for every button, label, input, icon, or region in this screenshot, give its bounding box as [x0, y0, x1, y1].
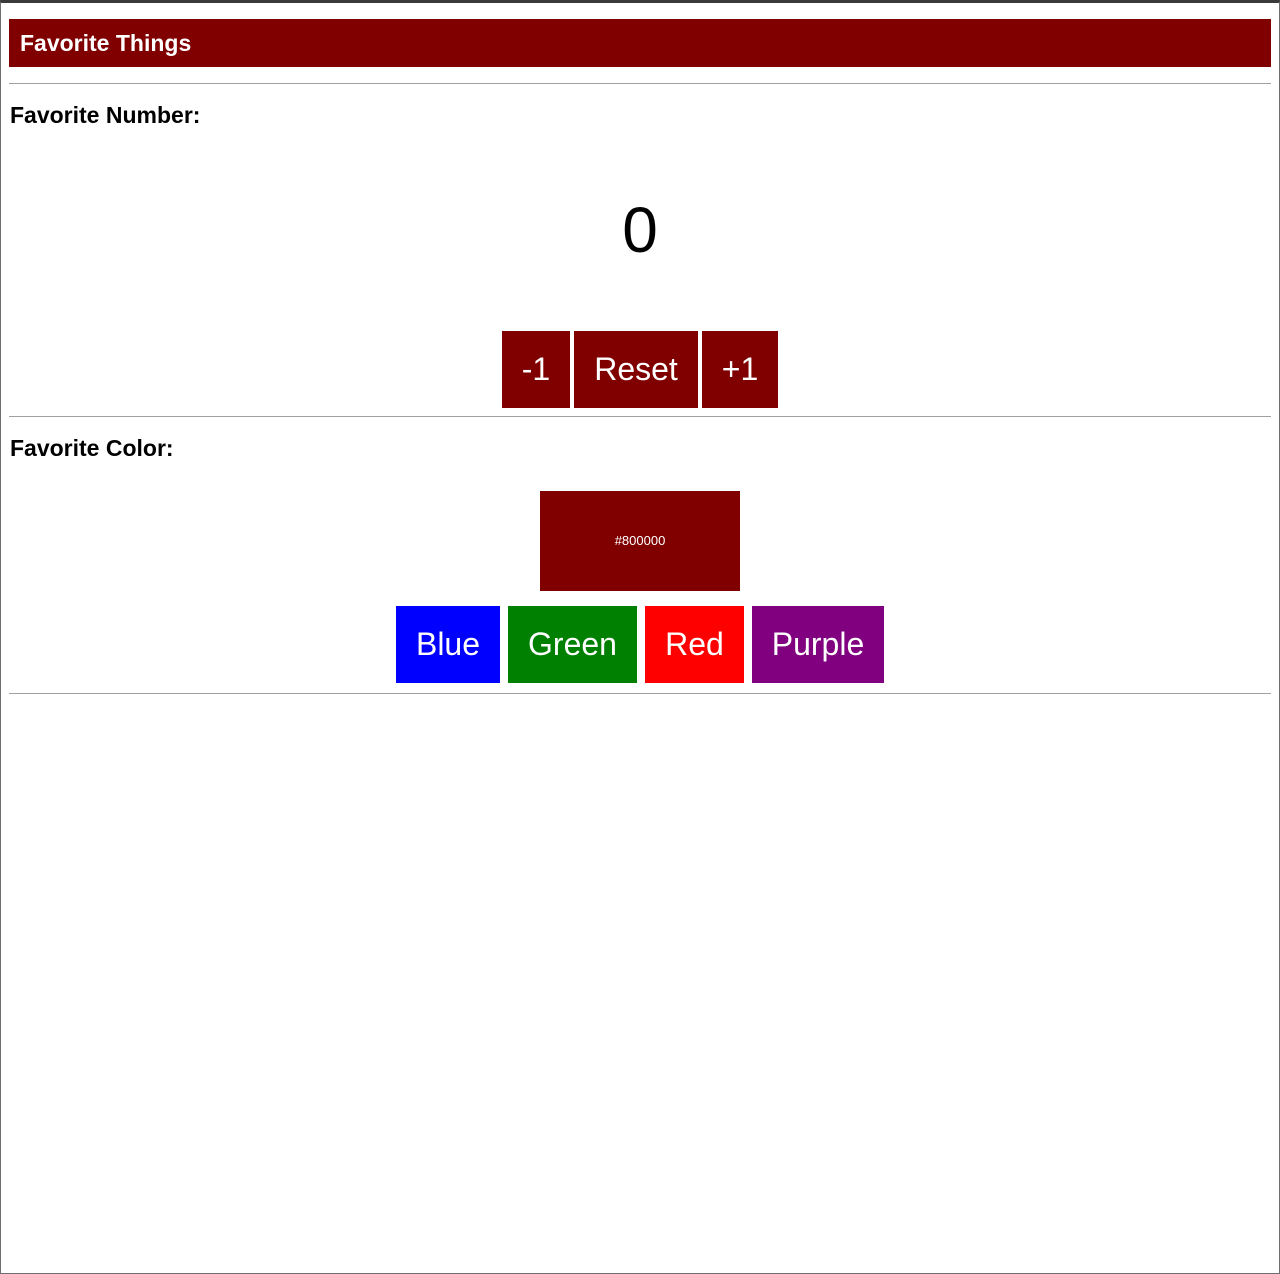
increment-button[interactable]: +1: [702, 331, 778, 408]
color-swatch: #800000: [540, 491, 740, 591]
favorite-color-heading: Favorite Color:: [10, 435, 174, 461]
red-button[interactable]: Red: [645, 606, 744, 683]
color-button-row: Blue Green Red Purple: [0, 606, 1280, 683]
color-swatch-label: #800000: [614, 533, 666, 548]
divider: [9, 693, 1271, 694]
divider: [9, 416, 1271, 417]
page-title: Favorite Things: [20, 30, 192, 56]
reset-button[interactable]: Reset: [574, 331, 698, 408]
favorite-number-heading: Favorite Number:: [10, 102, 201, 128]
purple-button[interactable]: Purple: [752, 606, 884, 683]
blue-button[interactable]: Blue: [396, 606, 500, 683]
green-button[interactable]: Green: [508, 606, 637, 683]
divider: [9, 83, 1271, 84]
number-button-row: -1 Reset +1: [0, 331, 1280, 408]
page-header: Favorite Things: [9, 19, 1271, 67]
decrement-button[interactable]: -1: [502, 331, 570, 408]
favorite-number-value: 0: [622, 194, 658, 266]
